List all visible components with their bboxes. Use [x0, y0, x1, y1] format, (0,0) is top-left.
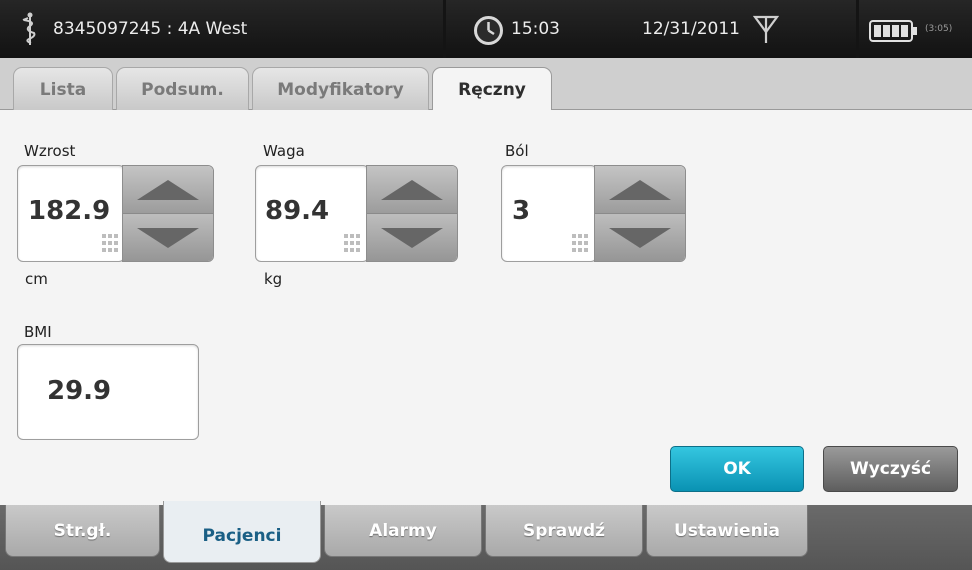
battery-time-label: (3:05) [925, 24, 953, 34]
bmi-value: 29.9 [47, 376, 112, 406]
tab-podsum[interactable]: Podsum. [116, 67, 249, 111]
patient-id-label[interactable]: 8345097245 : 4A West [53, 19, 247, 39]
weight-field[interactable]: 89.4 [255, 165, 369, 262]
top-tab-strip: Lista Podsum. Modyfikatory Ręczny [0, 58, 972, 112]
tab-reczny[interactable]: Ręczny [432, 67, 552, 112]
keypad-icon [344, 234, 360, 252]
arrow-down-icon [609, 228, 671, 248]
status-bar: 8345097245 : 4A West 15:03 12/31/2011 (3… [0, 0, 972, 58]
pain-field[interactable]: 3 [501, 165, 597, 262]
pain-stepper[interactable] [594, 165, 686, 262]
weight-stepper[interactable] [366, 165, 458, 262]
pain-value: 3 [512, 196, 531, 226]
keypad-icon [572, 234, 588, 252]
keypad-icon [102, 234, 118, 252]
weight-decrement-button[interactable] [367, 214, 457, 261]
height-decrement-button[interactable] [123, 214, 213, 261]
pain-label: Ból [505, 142, 529, 160]
weight-value: 89.4 [265, 196, 330, 226]
arrow-up-icon [381, 179, 443, 200]
weight-label: Waga [263, 142, 305, 160]
bmi-label: BMI [24, 323, 52, 341]
weight-unit: kg [264, 270, 283, 288]
height-field[interactable]: 182.9 [17, 165, 125, 262]
nav-settings[interactable]: Ustawienia [646, 505, 808, 557]
arrow-down-icon [381, 228, 443, 248]
ok-button[interactable]: OK [670, 446, 804, 492]
height-value: 182.9 [28, 196, 111, 226]
tab-modyfikatory[interactable]: Modyfikatory [252, 67, 429, 111]
arrow-up-icon [609, 179, 671, 200]
clock-icon [474, 16, 503, 45]
nav-patients[interactable]: Pacjenci [163, 501, 321, 563]
antenna-icon [753, 15, 779, 43]
pain-increment-button[interactable] [595, 166, 685, 214]
height-label: Wzrost [24, 142, 76, 160]
manual-entry-panel: Wzrost 182.9 cm Waga 89.4 kg Ból 3 BMI 2… [0, 110, 972, 505]
arrow-down-icon [137, 228, 199, 248]
arrow-up-icon [137, 179, 199, 200]
weight-increment-button[interactable] [367, 166, 457, 214]
height-stepper[interactable] [122, 165, 214, 262]
date-label: 12/31/2011 [642, 19, 740, 39]
time-label: 15:03 [511, 19, 560, 39]
nav-home[interactable]: Str.gł. [5, 505, 160, 557]
tab-lista[interactable]: Lista [13, 67, 113, 111]
height-unit: cm [25, 270, 48, 288]
bmi-field: 29.9 [17, 344, 199, 440]
pain-decrement-button[interactable] [595, 214, 685, 261]
nav-review[interactable]: Sprawdź [485, 505, 643, 557]
caduceus-icon [22, 12, 36, 45]
nav-alarms[interactable]: Alarmy [324, 505, 482, 557]
bottom-nav: Str.gł. Pacjenci Alarmy Sprawdź Ustawien… [0, 501, 972, 570]
battery-icon [869, 20, 917, 42]
clear-button[interactable]: Wyczyść [823, 446, 958, 492]
height-increment-button[interactable] [123, 166, 213, 214]
